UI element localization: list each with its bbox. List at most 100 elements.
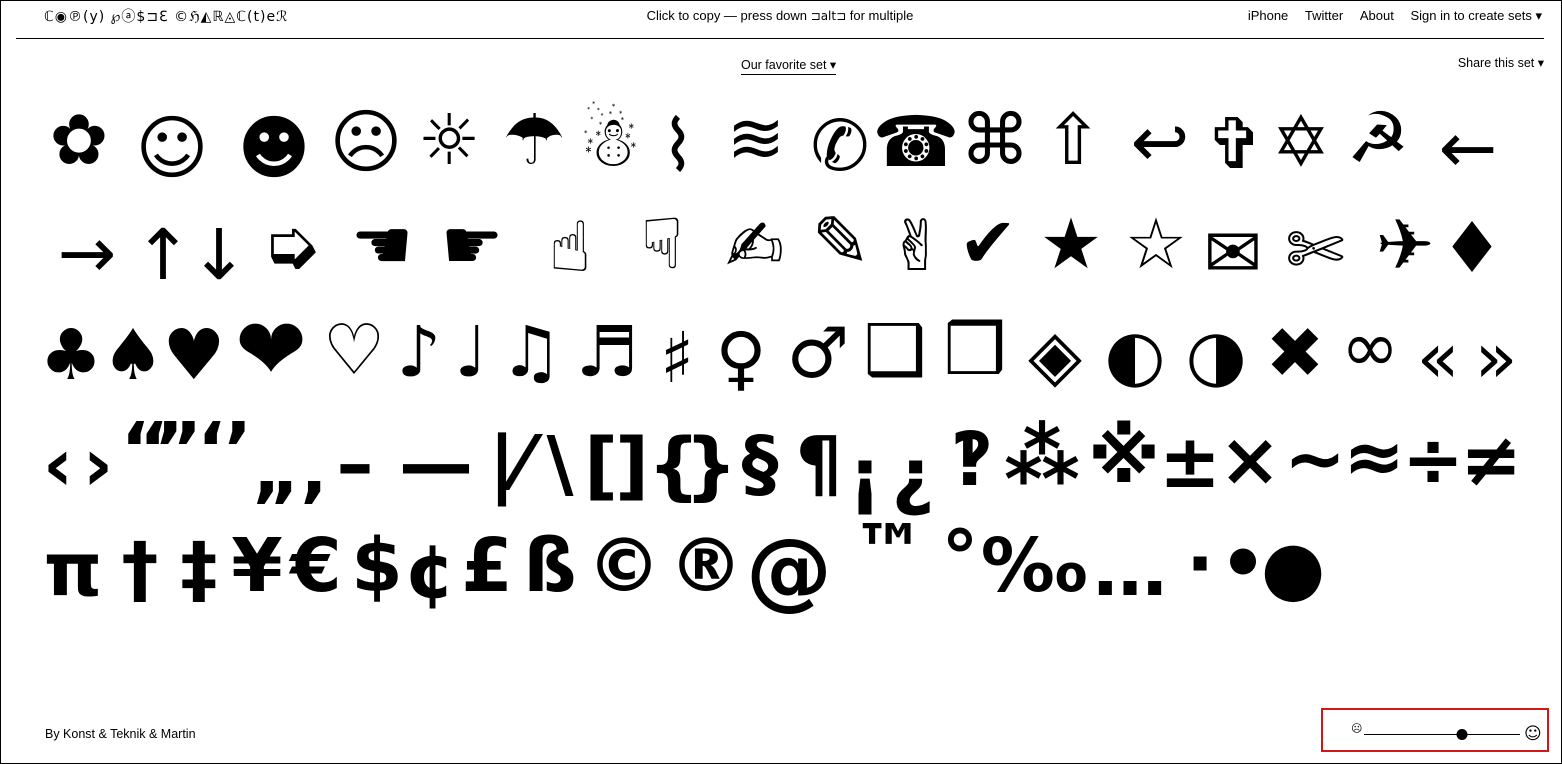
char-black-circle[interactable]: ● [1261, 531, 1326, 605]
char-division[interactable]: ÷ [1402, 423, 1464, 497]
char-command[interactable]: ⌘ [960, 105, 1030, 175]
char-pencil[interactable]: ✎ [812, 207, 871, 277]
char-squiggle[interactable]: ⌇ [661, 111, 695, 181]
char-sun[interactable]: ☼ [418, 105, 481, 175]
char-snowman[interactable]: ☃ [579, 107, 642, 177]
char-middle-dot[interactable]: · [1186, 527, 1214, 601]
char-sixteenth-notes[interactable]: ♬ [576, 317, 639, 387]
char-left-bracket[interactable]: [ [584, 429, 618, 503]
char-inverted-exclamation[interactable]: ¡ [848, 439, 882, 513]
char-spade[interactable]: ♠ [102, 320, 165, 390]
char-return-arrow[interactable]: ↩ [1131, 107, 1190, 177]
char-up-arrow-outline[interactable]: ⇧ [1044, 105, 1103, 175]
char-hand-right[interactable]: ☛ [441, 210, 504, 280]
char-right-double-quote[interactable]: ” [154, 413, 203, 487]
char-hammer-sickle[interactable]: ☭ [1347, 103, 1410, 173]
slider-track[interactable] [1364, 734, 1520, 735]
char-section-sign[interactable]: § [742, 427, 779, 501]
char-phone-receiver[interactable]: ✆ [811, 111, 870, 181]
char-yen[interactable]: ¥ [231, 529, 283, 603]
char-male-sign[interactable]: ♂ [787, 318, 850, 388]
char-shadowed-square[interactable]: ❑ [864, 315, 927, 385]
char-registered[interactable]: ® [669, 529, 743, 603]
char-eighth-note[interactable]: ♪ [397, 317, 442, 387]
nav-link-iphone[interactable]: iPhone [1248, 8, 1288, 23]
char-left-single-quote[interactable]: ‘ [197, 413, 225, 487]
char-single-angle-left[interactable]: ‹ [43, 428, 74, 502]
char-pi[interactable]: π [44, 533, 103, 607]
char-backslash[interactable]: \ [546, 427, 573, 501]
char-3d-arrow[interactable]: ➭ [262, 210, 321, 280]
char-flower[interactable]: ✿ [50, 105, 109, 175]
char-beamed-notes[interactable]: ♫ [500, 317, 563, 387]
char-ellipsis[interactable]: … [1093, 533, 1167, 607]
char-airplane[interactable]: ✈ [1376, 210, 1435, 280]
char-diamond-dot[interactable]: ◈ [1028, 320, 1082, 390]
char-single-angle-right[interactable]: › [83, 428, 114, 502]
char-at-sign[interactable]: @ [746, 527, 832, 613]
char-female-sign[interactable]: ♀ [715, 323, 766, 393]
char-euro[interactable]: € [290, 529, 342, 603]
char-umbrella[interactable]: ☂ [503, 105, 566, 175]
char-degree[interactable]: ° [942, 521, 979, 595]
char-low-single-quote[interactable]: ‚ [299, 433, 327, 507]
char-left-arrow[interactable]: ← [1439, 113, 1498, 183]
char-scissors[interactable]: ✄ [1286, 215, 1345, 285]
char-envelope[interactable]: ✉ [1204, 218, 1263, 288]
char-diamond-suit[interactable]: ♦ [1441, 213, 1504, 283]
char-hand-left[interactable]: ☚ [351, 210, 414, 280]
char-asterism[interactable]: ⁂ [1004, 420, 1080, 494]
char-low-double-quote[interactable]: „ [252, 433, 301, 507]
sign-in-dropdown[interactable]: Sign in to create sets ▾ [1410, 8, 1542, 23]
char-copyright[interactable]: © [587, 529, 661, 603]
set-selector-dropdown[interactable]: Our favorite set ▾ [741, 57, 837, 75]
char-right-bracket[interactable]: ] [615, 429, 649, 503]
char-dagger[interactable]: † [122, 533, 159, 607]
char-tilde[interactable]: ~ [1284, 422, 1346, 496]
char-double-dagger[interactable]: ‡ [181, 533, 218, 607]
char-victory-hand[interactable]: ✌ [888, 211, 947, 281]
nav-link-twitter[interactable]: Twitter [1305, 8, 1343, 23]
char-heavy-x[interactable]: ✖ [1266, 318, 1325, 388]
char-right-brace[interactable]: } [685, 429, 738, 503]
char-plus-minus[interactable]: ± [1159, 425, 1221, 499]
char-approx-equal[interactable]: ≈ [1343, 420, 1405, 494]
char-en-dash[interactable]: – [337, 427, 374, 501]
char-guillemet-left[interactable]: « [1417, 323, 1460, 393]
char-club[interactable]: ♣ [40, 320, 103, 390]
char-sharp[interactable]: ♯ [660, 323, 694, 393]
char-half-circle-right[interactable]: ◑ [1185, 320, 1246, 390]
char-cent[interactable]: ¢ [404, 535, 456, 609]
char-star-of-david[interactable]: ✡ [1272, 107, 1331, 177]
char-guillemet-right[interactable]: » [1475, 323, 1518, 393]
char-pound[interactable]: £ [461, 529, 513, 603]
char-infinity[interactable]: ∞ [1341, 312, 1399, 382]
char-multiplication[interactable]: × [1219, 423, 1281, 497]
char-telephone[interactable]: ☎ [872, 107, 959, 177]
slider-handle[interactable] [1456, 729, 1468, 740]
char-half-circle-left[interactable]: ◐ [1104, 320, 1165, 390]
char-bullet[interactable]: • [1219, 527, 1266, 601]
char-hand-up[interactable]: ☝ [549, 212, 592, 282]
char-per-mille[interactable]: ‰ [981, 529, 1088, 603]
char-heart[interactable]: ♥ [163, 320, 226, 390]
char-white-heart[interactable]: ♡ [323, 315, 386, 385]
share-set-dropdown[interactable]: Share this set ▾ [1458, 55, 1544, 70]
char-sharp-s[interactable]: ß [523, 529, 576, 603]
char-smiley[interactable]: ☺ [136, 113, 209, 183]
char-right-arrow[interactable]: → [58, 218, 117, 288]
char-fraction-slash[interactable]: ⁄ [516, 427, 528, 501]
char-dollar[interactable]: $ [351, 529, 403, 603]
char-hand-down[interactable]: ☟ [641, 209, 684, 279]
char-vertical-bar[interactable]: | [488, 427, 515, 501]
char-frown[interactable]: ☹ [330, 107, 403, 177]
char-writing-hand[interactable]: ✍ [726, 211, 785, 281]
nav-link-about[interactable]: About [1360, 8, 1394, 23]
char-cross[interactable]: ✞ [1206, 109, 1265, 179]
char-black-star[interactable]: ★ [1040, 209, 1103, 279]
char-pilcrow[interactable]: ¶ [795, 427, 842, 501]
char-right-single-quote[interactable]: ’ [224, 413, 252, 487]
char-em-dash[interactable]: — [399, 427, 473, 501]
char-inverted-question[interactable]: ¿ [892, 439, 935, 513]
char-waves[interactable]: ≋ [727, 103, 786, 173]
